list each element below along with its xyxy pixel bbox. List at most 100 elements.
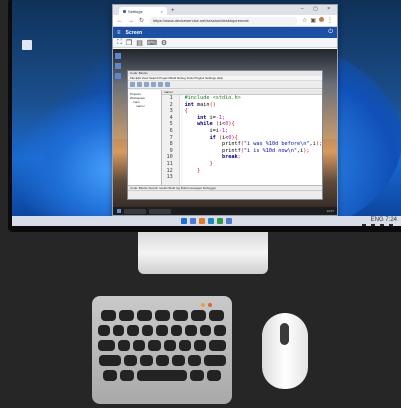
bezel-dot <box>371 224 375 226</box>
edge-browser-icon[interactable] <box>208 218 214 224</box>
run-icon[interactable] <box>158 82 163 87</box>
tab-favicon-icon <box>123 9 126 13</box>
bezel-indicators <box>362 224 393 226</box>
key <box>112 325 125 336</box>
keyboard-icon[interactable]: ⌨ <box>147 39 157 47</box>
code-line[interactable]: int main() <box>185 102 322 109</box>
new-tab-button[interactable]: + <box>171 8 175 14</box>
key <box>100 310 116 321</box>
key <box>214 325 227 336</box>
file-explorer-icon[interactable] <box>199 218 205 224</box>
file-icon[interactable]: ▤ <box>136 39 143 47</box>
remote-desktop[interactable]: Code::Blocks File Edit View Search Proje… <box>113 49 337 215</box>
key <box>207 370 221 381</box>
key <box>156 325 168 336</box>
line-number: 4 <box>169 114 173 121</box>
key-row <box>97 325 227 336</box>
remote-clock: 12:07 <box>326 209 334 213</box>
key <box>118 310 134 321</box>
store-icon[interactable] <box>226 218 232 224</box>
power-icon[interactable]: ⏻ <box>328 29 333 36</box>
key <box>155 355 169 366</box>
key-row <box>98 340 226 351</box>
key <box>127 325 139 336</box>
line-number: 8 <box>169 141 173 148</box>
address-bar[interactable]: https://www.deviceservice.net/session/de… <box>149 16 297 25</box>
remote-taskbar-item[interactable] <box>124 208 146 214</box>
code-line[interactable]: } <box>185 161 322 168</box>
extensions-icon[interactable]: ▣ <box>310 17 316 24</box>
line-number: 10 <box>166 154 173 161</box>
app-brand: Screen <box>125 29 143 36</box>
reload-icon[interactable]: ↻ <box>139 17 144 24</box>
forward-icon[interactable]: → <box>128 18 134 24</box>
remote-shortcut-icon[interactable] <box>115 63 121 69</box>
search-icon[interactable] <box>190 218 196 224</box>
key <box>170 325 183 336</box>
settings-gear-icon[interactable]: ⚙ <box>161 39 167 47</box>
key <box>97 325 110 336</box>
key <box>148 340 161 351</box>
key <box>141 325 154 336</box>
url-text: https://www.deviceservice.net/session/de… <box>153 18 249 23</box>
tab-title: Settings <box>128 8 143 14</box>
remote-shortcut-icon[interactable] <box>115 53 121 59</box>
fullscreen-icon[interactable]: ⛶ <box>117 39 122 47</box>
code-editor[interactable]: main.c 1 2 3 4 5 6 7 8 9 10 11 12 13 #include <stdio… <box>162 90 322 185</box>
new-file-icon[interactable] <box>130 82 135 87</box>
remote-shortcut-icon[interactable] <box>115 73 121 79</box>
remote-taskbar: 12:07 <box>113 207 337 215</box>
app-header: ≡ Screen ⏻ <box>113 27 337 38</box>
desktop-shortcut-icon[interactable] <box>22 40 32 50</box>
browser-tabbar: Settings × + – ▢ × <box>113 5 337 15</box>
line-number-gutter: 1 2 3 4 5 6 7 8 9 10 11 12 13 <box>162 95 180 185</box>
hamburger-menu-icon[interactable]: ≡ <box>117 30 121 36</box>
bookmark-star-icon[interactable]: ☆ <box>302 17 307 24</box>
mouse <box>262 313 308 389</box>
ide-body: Projects Workspace main main.c main.c 12… <box>128 90 322 185</box>
logs-tabs[interactable]: Code::Blocks Search results Build log Bu… <box>128 186 322 191</box>
debug-icon[interactable] <box>165 82 170 87</box>
remote-taskbar-item[interactable] <box>149 208 171 214</box>
code-line[interactable]: break; <box>185 154 322 161</box>
line-number: 1 <box>169 95 173 101</box>
keyboard <box>92 296 232 404</box>
line-number: 11 <box>166 160 173 167</box>
line-number: 5 <box>169 121 173 128</box>
line-number: 2 <box>169 101 173 108</box>
code-line[interactable]: #include <stdio.h> <box>185 95 322 102</box>
profile-avatar[interactable] <box>319 17 324 22</box>
line-number: 6 <box>169 127 173 134</box>
chrome-browser-icon[interactable] <box>217 218 223 224</box>
code-line[interactable]: } <box>185 168 322 175</box>
remote-start-icon[interactable] <box>117 209 121 213</box>
bezel-dot <box>389 224 393 226</box>
keyboard-led <box>208 303 212 307</box>
windows-start-icon[interactable] <box>181 218 187 224</box>
project-tree: Projects Workspace main main.c <box>128 90 162 185</box>
code-line[interactable]: int i=-1; <box>185 115 322 122</box>
back-icon[interactable]: ← <box>117 18 123 24</box>
line-number: 3 <box>169 108 173 115</box>
window-controls[interactable]: – ▢ × <box>301 6 334 12</box>
code-line[interactable]: while (i<0){ <box>185 121 322 128</box>
browser-toolbar: ← → ↻ https://www.deviceservice.net/sess… <box>113 15 337 27</box>
code-text[interactable]: #include <stdio.h> int main(){ int i=-1; … <box>183 95 322 185</box>
code-line[interactable]: if (i<0){ <box>185 135 322 142</box>
code-line[interactable]: i=i-1; <box>185 128 322 135</box>
code-area[interactable]: 1 2 3 4 5 6 7 8 9 10 11 12 13 #include <stdio.h> int … <box>162 95 322 185</box>
save-icon[interactable] <box>144 82 149 87</box>
open-file-icon[interactable] <box>137 82 142 87</box>
browser-tab[interactable]: Settings × <box>119 7 167 15</box>
build-icon[interactable] <box>151 82 156 87</box>
code-line[interactable]: printf("i was %10d before\n",i); <box>185 141 322 148</box>
bezel-dot <box>380 224 384 226</box>
line-number: 9 <box>169 147 173 154</box>
browser-menu-icon[interactable]: ⋮ <box>327 17 333 24</box>
copy-icon[interactable]: ❐ <box>126 39 132 47</box>
code-line[interactable]: { <box>185 108 322 115</box>
ide-toolbar <box>128 81 322 89</box>
tree-item[interactable]: main.c <box>130 104 159 108</box>
code-line[interactable]: printf("i is %10d now\n",i); <box>185 148 322 155</box>
tab-close-icon[interactable]: × <box>161 9 163 14</box>
